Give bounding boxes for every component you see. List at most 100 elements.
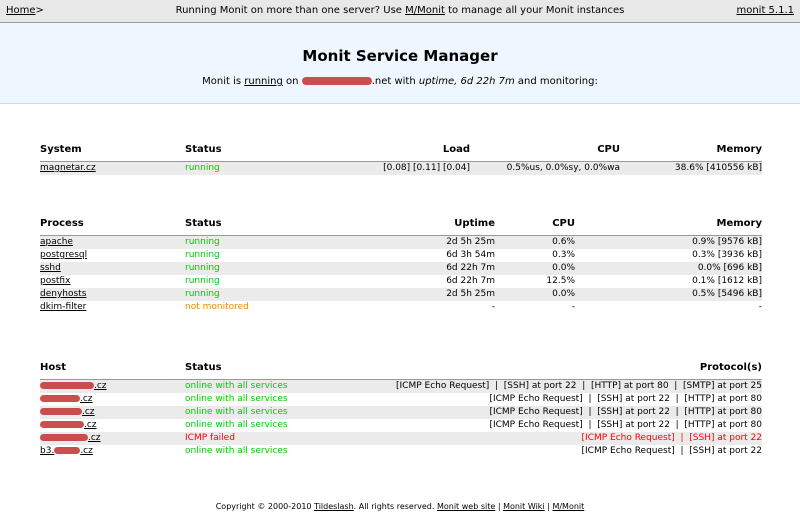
host-name-link[interactable]: .cz	[40, 433, 101, 443]
process-name-link[interactable]: postfix	[40, 276, 70, 286]
system-name-link[interactable]: magnetar.cz	[40, 163, 96, 173]
process-name-link[interactable]: postgresql	[40, 250, 87, 260]
version-link[interactable]: monit 5.1.1	[736, 0, 794, 22]
col-system: System	[40, 142, 185, 162]
status-badge: running	[185, 235, 345, 249]
status-badge: running	[185, 276, 220, 286]
running-link[interactable]: running	[244, 76, 283, 87]
load-value: [0.08] [0.11] [0.04]	[345, 161, 470, 175]
process-name-link[interactable]: apache	[40, 237, 73, 247]
redacted-hostname	[40, 434, 88, 441]
footer: Copyright © 2000-2010 Tildeslash. All ri…	[215, 502, 585, 511]
redacted-hostname	[40, 395, 80, 402]
protocols-value: [ICMP Echo Request] | [SSH] at port 22 |…	[489, 394, 762, 404]
redacted-hostname	[40, 421, 84, 428]
col-process: Process	[40, 216, 185, 236]
status-badge: running	[185, 262, 345, 275]
table-row: postfix running 6d 22h 7m 12.5% 0.1% [1612 k…	[40, 275, 762, 288]
status-badge: running	[185, 250, 220, 260]
host-name-link[interactable]: .cz	[40, 407, 95, 417]
redacted-hostname	[40, 408, 82, 415]
monit-website-link[interactable]: Monit web site	[437, 502, 495, 511]
memory-value: 38.6% [410556 kB]	[620, 161, 762, 175]
cpu-value: -	[571, 302, 575, 312]
col-load: Load	[345, 142, 470, 162]
table-row: dkim-filter not monitored - - -	[40, 301, 762, 314]
redacted-hostname	[54, 447, 81, 454]
col-protocols: Protocol(s)	[345, 360, 762, 380]
status-badge: not monitored	[185, 302, 249, 312]
cpu-value: 0.5%us, 0.0%sy, 0.0%wa	[470, 161, 620, 175]
table-row: apache running 2d 5h 25m 0.6% 0.9% [9576 kB]	[40, 235, 762, 249]
table-row: .cz online with all services [ICMP Echo Re…	[40, 393, 762, 406]
protocols-value: [ICMP Echo Request] | [SSH] at port 22 |…	[345, 379, 762, 393]
status-badge: running	[185, 161, 345, 175]
col-status: Status	[185, 142, 345, 162]
table-row: .cz online with all services [ICMP Echo Re…	[40, 406, 762, 419]
cpu-value: 12.5%	[546, 276, 575, 286]
host-name-link[interactable]: .cz	[40, 420, 97, 430]
protocols-value: [ICMP Echo Request] | [SSH] at port 22 |…	[345, 406, 762, 419]
memory-value: 0.1% [1612 kB]	[692, 276, 762, 286]
system-table: System Status Load CPU Memory magnetar.c…	[40, 142, 762, 175]
col-cpu: CPU	[495, 216, 575, 236]
memory-value: 0.3% [3936 kB]	[692, 250, 762, 260]
table-row: postgresql running 6d 3h 54m 0.3% 0.3% [3936…	[40, 249, 762, 262]
mmonit-link[interactable]: M/Monit	[405, 5, 445, 16]
mmonit-footer-link[interactable]: M/Monit	[552, 502, 584, 511]
memory-value: 0.9% [9576 kB]	[575, 235, 762, 249]
process-name-link[interactable]: dkim-filter	[40, 302, 86, 312]
tildeslash-link[interactable]: Tildeslash	[314, 502, 354, 511]
memory-value: -	[758, 302, 762, 312]
page-title: Monit Service Manager	[302, 47, 498, 65]
process-name-link[interactable]: denyhosts	[40, 289, 86, 299]
col-memory: Memory	[575, 216, 762, 236]
breadcrumb: Home>	[6, 5, 44, 16]
host-name-link[interactable]: b3. .cz	[40, 446, 93, 456]
status-badge: online with all services	[185, 394, 288, 404]
uptime-value: 2d 5h 25m	[345, 288, 495, 301]
col-status: Status	[185, 216, 345, 236]
host-name-link[interactable]: .cz	[40, 394, 93, 404]
protocols-value: [ICMP Echo Request] | [SSH] at port 22	[581, 446, 763, 456]
table-row: denyhosts running 2d 5h 25m 0.0% 0.5% [5496 …	[40, 288, 762, 301]
col-cpu: CPU	[470, 142, 620, 162]
status-badge: online with all services	[185, 446, 288, 456]
top-bar: Running Monit on more than one server? U…	[0, 0, 800, 23]
status-badge: online with all services	[185, 420, 288, 430]
monit-wiki-link[interactable]: Monit Wiki	[503, 502, 545, 511]
uptime-value: 2d 5h 25m	[345, 235, 495, 249]
col-status: Status	[185, 360, 345, 380]
table-row: b3. .cz online with all services [ICMP Echo…	[40, 445, 762, 458]
home-link[interactable]: Home	[6, 5, 36, 16]
status-badge: online with all services	[185, 406, 345, 419]
redacted-hostname	[40, 382, 94, 389]
uptime-value: -	[491, 302, 495, 312]
table-row: .cz ICMP failed [ICMP Echo Request] | [SSH…	[40, 432, 762, 445]
status-badge: ICMP failed	[185, 432, 345, 445]
uptime-value: 6d 3h 54m	[446, 250, 495, 260]
promo-text: Running Monit on more than one server? U…	[175, 5, 625, 16]
cpu-value: 0.6%	[495, 235, 575, 249]
protocols-value: [ICMP Echo Request] | [SSH] at port 22 |…	[489, 420, 762, 430]
host-name-link[interactable]: .cz	[40, 381, 107, 391]
cpu-value: 0.3%	[552, 250, 575, 260]
process-name-link[interactable]: sshd	[40, 263, 61, 273]
table-row: .cz online with all services [ICMP Echo Re…	[40, 379, 762, 393]
cpu-value: 0.0%	[495, 288, 575, 301]
cpu-value: 0.0%	[495, 262, 575, 275]
table-row: .cz online with all services [ICMP Echo Re…	[40, 419, 762, 432]
col-uptime: Uptime	[345, 216, 495, 236]
memory-value: 0.5% [5496 kB]	[575, 288, 762, 301]
host-table: Host Status Protocol(s) .cz online with a…	[40, 360, 762, 458]
uptime-label: uptime, 6d 22h 7m	[418, 76, 515, 87]
col-host: Host	[40, 360, 185, 380]
redacted-hostname	[301, 77, 372, 85]
uptime-value: 6d 22h 7m	[345, 262, 495, 275]
status-summary: Monit is running on .net with uptime, 6d…	[202, 76, 598, 87]
status-badge: running	[185, 288, 345, 301]
memory-value: 0.0% [696 kB]	[575, 262, 762, 275]
protocols-value: [ICMP Echo Request] | [SSH] at port 22	[345, 432, 762, 445]
table-row: sshd running 6d 22h 7m 0.0% 0.0% [696 kB]	[40, 262, 762, 275]
status-badge: online with all services	[185, 379, 345, 393]
